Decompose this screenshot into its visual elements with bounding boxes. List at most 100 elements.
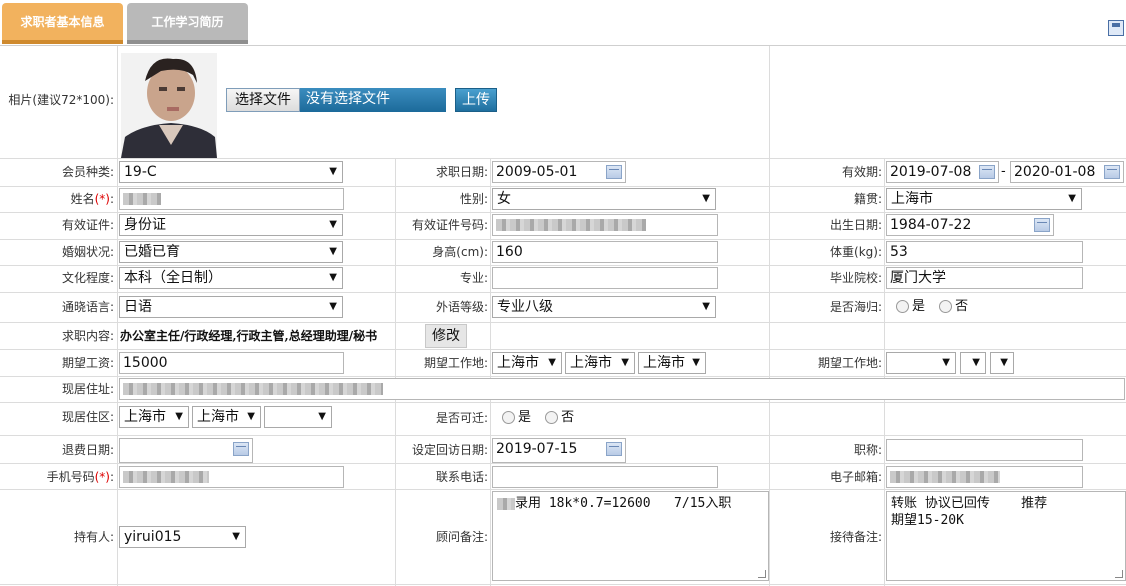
work-location-district-select[interactable]: 上海市 ▼	[638, 352, 706, 374]
calendar-icon[interactable]	[1034, 218, 1050, 232]
refund-date-label: 退费日期:	[61, 443, 114, 457]
phone-input[interactable]	[492, 466, 718, 488]
marital-select[interactable]: 已婚已育 ▼	[119, 241, 343, 263]
photo-label: 相片(建议72*100):	[8, 93, 114, 107]
calendar-icon[interactable]	[606, 165, 622, 179]
work-location-province-value: 上海市	[497, 355, 539, 371]
member-type-select[interactable]: 19-C ▼	[119, 161, 343, 183]
holder-select[interactable]: yirui015 ▼	[119, 526, 246, 548]
upload-button[interactable]: 上传	[455, 88, 497, 112]
work-location-2-district-select[interactable]: ▼	[990, 352, 1014, 374]
resize-handle[interactable]	[1115, 570, 1123, 578]
birth-date-input[interactable]: 1984-07-22	[886, 214, 1054, 236]
reception-note-label: 接待备注:	[829, 530, 882, 544]
id-type-value: 身份证	[124, 217, 166, 233]
chevron-down-icon: ▼	[329, 272, 337, 283]
major-input[interactable]	[492, 267, 718, 289]
current-area-city-select[interactable]: 上海市 ▼	[192, 406, 261, 428]
native-place-label: 籍贯:	[853, 192, 882, 206]
id-type-label: 有效证件:	[61, 218, 114, 232]
label-colon: :	[109, 192, 114, 206]
row-divider	[0, 489, 1126, 490]
valid-from-input[interactable]: 2019-07-08	[886, 161, 999, 183]
row-divider	[0, 292, 1126, 293]
valid-period-separator: -	[1001, 164, 1006, 179]
education-select[interactable]: 本科（全日制） ▼	[119, 267, 343, 289]
job-content-label: 求职内容:	[61, 329, 114, 343]
calendar-icon[interactable]	[233, 442, 249, 456]
current-area-province-select[interactable]: 上海市 ▼	[119, 406, 189, 428]
calendar-icon[interactable]	[606, 442, 622, 456]
tab-basic-info[interactable]: 求职者基本信息	[2, 3, 123, 44]
calendar-icon[interactable]	[979, 165, 995, 179]
returnee-yes-radio[interactable]	[896, 300, 909, 313]
refund-date-input[interactable]	[119, 438, 253, 463]
current-area-district-select[interactable]: ▼	[264, 406, 332, 428]
gender-value: 女	[497, 191, 511, 207]
label-colon: :	[109, 470, 114, 484]
salary-input[interactable]: 15000	[119, 352, 344, 374]
current-address-input[interactable]	[119, 378, 1125, 400]
work-location-2-city-select[interactable]: ▼	[960, 352, 986, 374]
relocate-yes-label: 是	[518, 410, 532, 425]
visit-date-input[interactable]: 2019-07-15	[492, 438, 626, 463]
member-type-value: 19-C	[124, 164, 157, 180]
save-icon[interactable]	[1108, 20, 1124, 36]
name-input[interactable]	[119, 188, 344, 210]
tab-work-history[interactable]: 工作学习简历	[127, 3, 248, 44]
redacted-mobile	[123, 471, 209, 483]
language-level-select[interactable]: 专业八级 ▼	[492, 296, 716, 318]
mobile-label: 手机号码(*):	[2, 465, 114, 489]
relocate-radio-group: 是 否	[502, 407, 574, 429]
id-number-input[interactable]	[492, 214, 718, 236]
returnee-no-label: 否	[955, 299, 969, 314]
work-location-city-value: 上海市	[570, 355, 612, 371]
work-location-city-select[interactable]: 上海市 ▼	[565, 352, 635, 374]
relocate-no-radio[interactable]	[545, 411, 559, 424]
calendar-icon[interactable]	[1104, 165, 1120, 179]
id-type-select[interactable]: 身份证 ▼	[119, 214, 343, 236]
choose-file-button[interactable]: 选择文件	[226, 88, 300, 112]
chevron-down-icon: ▼	[548, 357, 556, 368]
column-divider	[884, 158, 885, 586]
consultant-note-textarea[interactable]: 录用 18k*0.7=12600 7/15入职	[492, 491, 769, 581]
visit-date-value: 2019-07-15	[496, 441, 578, 457]
consultant-note-text: 录用 18k*0.7=12600 7/15入职	[515, 496, 732, 511]
redacted-text	[497, 497, 515, 510]
work-location-province-select[interactable]: 上海市 ▼	[492, 352, 562, 374]
valid-from-value: 2019-07-08	[890, 164, 972, 180]
native-place-select[interactable]: 上海市 ▼	[886, 188, 1082, 210]
birth-date-label: 出生日期:	[829, 218, 882, 232]
weight-input[interactable]: 53	[886, 241, 1083, 263]
member-type-label: 会员种类:	[61, 165, 114, 179]
chevron-down-icon: ▼	[329, 219, 337, 230]
current-area-city-value: 上海市	[197, 409, 239, 425]
returnee-no-radio[interactable]	[939, 300, 953, 313]
current-area-province-value: 上海市	[124, 409, 166, 425]
email-input[interactable]	[886, 466, 1083, 488]
work-location-2-province-select[interactable]: ▼	[886, 352, 956, 374]
chevron-down-icon: ▼	[329, 301, 337, 312]
salary-label: 期望工资:	[61, 356, 114, 370]
gender-select[interactable]: 女 ▼	[492, 188, 716, 210]
email-label: 电子邮箱:	[829, 470, 882, 484]
title-input[interactable]	[886, 439, 1083, 461]
language-select[interactable]: 日语 ▼	[119, 296, 343, 318]
mobile-input[interactable]	[119, 466, 344, 488]
resize-handle[interactable]	[758, 570, 766, 578]
chevron-down-icon: ▼	[942, 357, 950, 368]
reception-note-textarea[interactable]: 转账 协议已回传 推荐 期望15-20K	[886, 491, 1126, 581]
id-number-label: 有效证件号码:	[411, 218, 488, 232]
height-input[interactable]: 160	[492, 241, 718, 263]
applicant-photo	[121, 53, 217, 158]
required-mark: (*)	[94, 470, 110, 484]
height-label: 身高(cm):	[432, 245, 488, 259]
relocate-yes-radio[interactable]	[502, 411, 515, 424]
job-date-input[interactable]: 2009-05-01	[492, 161, 626, 183]
row-divider	[0, 402, 1126, 403]
valid-to-input[interactable]: 2020-01-08	[1010, 161, 1124, 183]
modify-button[interactable]: 修改	[425, 324, 467, 348]
school-input[interactable]: 厦门大学	[886, 267, 1083, 289]
holder-label: 持有人:	[73, 530, 114, 544]
marital-label: 婚姻状况:	[61, 245, 114, 259]
